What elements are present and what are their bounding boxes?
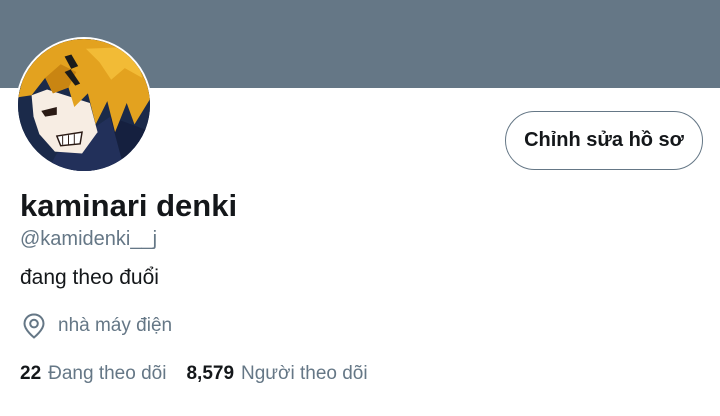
- followers-count: 8,579: [186, 363, 235, 384]
- following-link[interactable]: 22 Đang theo dõi: [20, 363, 166, 385]
- edit-profile-button[interactable]: Chỉnh sửa hồ sơ: [505, 111, 703, 170]
- location-pin-icon: [22, 313, 46, 339]
- avatar[interactable]: [16, 37, 152, 173]
- followers-link[interactable]: 8,579 Người theo dõi: [186, 363, 367, 385]
- followers-label: Người theo dõi: [241, 363, 368, 384]
- bio: đang theo đuổi: [20, 266, 159, 289]
- location: nhà máy điện: [22, 312, 172, 340]
- display-name: kaminari denki: [20, 188, 238, 223]
- following-label: Đang theo dõi: [48, 363, 167, 384]
- user-handle: @kamidenki__j: [20, 228, 158, 250]
- profile-stats: 22 Đang theo dõi 8,579 Người theo dõi: [20, 360, 368, 388]
- avatar-image: [18, 39, 150, 171]
- following-count: 22: [20, 363, 42, 384]
- location-text: nhà máy điện: [58, 315, 173, 336]
